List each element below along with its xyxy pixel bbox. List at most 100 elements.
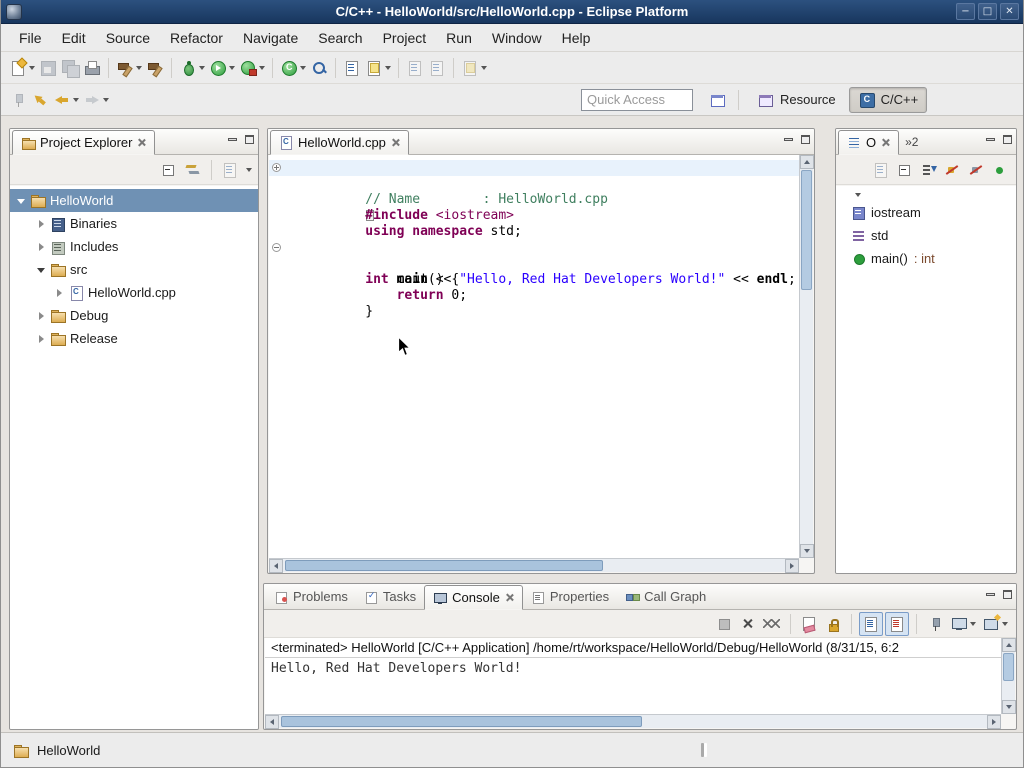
open-console-button[interactable] [980,613,1010,635]
run-button[interactable] [207,57,237,79]
tab-outline[interactable]: O [838,130,899,155]
last-tool-button[interactable] [459,57,489,79]
scroll-lock-button[interactable] [822,613,844,635]
scroll-down-button[interactable] [1002,700,1016,714]
remove-all-launches-button[interactable] [761,613,783,635]
build-all-button[interactable] [114,57,144,79]
console-horizontal-scrollbar[interactable] [265,714,1001,728]
menu-window[interactable]: Window [482,26,552,50]
fold-expanded-icon[interactable] [272,243,281,252]
tree-item-release[interactable]: Release [10,327,258,350]
expander-icon[interactable] [36,242,46,252]
forward-button[interactable] [81,89,111,111]
scrollbar-thumb[interactable] [285,560,603,571]
scrollbar-thumb[interactable] [801,170,812,290]
minimize-view-button[interactable] [986,593,995,596]
focus-button[interactable] [219,159,241,181]
expander-icon[interactable] [54,288,64,298]
tab-helloworld-cpp[interactable]: HelloWorld.cpp [270,130,409,155]
maximize-window-button[interactable]: □ [978,3,997,20]
menu-run[interactable]: Run [436,26,482,50]
outline-item-iostream[interactable]: iostream [836,201,1016,224]
console-vertical-scrollbar[interactable] [1001,638,1015,714]
focus-button[interactable] [870,159,892,181]
fold-collapsed-icon[interactable] [272,163,281,172]
scroll-right-button[interactable] [785,559,799,573]
view-overflow-indicator[interactable]: »2 [905,135,918,149]
build-project-button[interactable] [144,57,166,79]
expander-icon[interactable] [36,265,46,275]
scroll-up-button[interactable] [1002,638,1016,652]
maximize-view-button[interactable] [801,135,810,144]
maximize-view-button[interactable] [1003,590,1012,599]
tab-tasks[interactable]: Tasks [356,584,424,609]
quick-access-input[interactable] [581,89,693,111]
outline-item-main[interactable]: main() : int [836,247,1016,270]
minimize-view-button[interactable] [228,138,237,141]
collapse-all-button[interactable] [894,159,916,181]
menu-project[interactable]: Project [373,26,437,50]
scroll-up-button[interactable] [800,155,814,169]
minimize-view-button[interactable] [986,138,995,141]
resource-perspective-button[interactable]: Resource [748,87,845,113]
outline-view-menu-button[interactable] [852,191,863,199]
minimize-view-button[interactable] [784,138,793,141]
sort-button[interactable] [918,159,940,181]
close-tab-icon[interactable] [505,593,514,602]
menu-source[interactable]: Source [96,26,160,50]
link-with-editor-button[interactable] [182,159,204,181]
scrollbar-thumb[interactable] [281,716,642,727]
tab-call-graph[interactable]: Call Graph [617,584,714,609]
menu-refactor[interactable]: Refactor [160,26,233,50]
resize-grip[interactable] [701,743,704,757]
tree-item-includes[interactable]: Includes [10,235,258,258]
console-output[interactable]: Hello, Red Hat Developers World! [265,658,1001,714]
previous-annotation-button[interactable] [426,57,448,79]
debug-button[interactable] [177,57,207,79]
open-perspective-button[interactable] [707,89,729,111]
remove-launch-button[interactable] [737,613,759,635]
menu-edit[interactable]: Edit [52,26,96,50]
view-menu-button[interactable] [243,166,254,174]
expander-icon[interactable] [36,311,46,321]
close-tab-icon[interactable] [137,138,146,147]
tab-project-explorer[interactable]: Project Explorer [12,130,155,155]
cpp-perspective-button[interactable]: C/C++ [849,87,928,113]
tab-console[interactable]: Console [424,585,523,610]
close-window-button[interactable]: ✕ [1000,3,1019,20]
external-tools-button[interactable] [237,57,267,79]
pin-console-button[interactable] [924,613,946,635]
scroll-down-button[interactable] [800,544,814,558]
next-annotation-button[interactable] [404,57,426,79]
hide-non-public-button[interactable] [990,159,1012,181]
outline-item-std[interactable]: std [836,224,1016,247]
close-tab-icon[interactable] [881,138,890,147]
new-wizard-button[interactable] [7,57,37,79]
editor-vertical-scrollbar[interactable] [799,155,813,558]
expander-icon[interactable] [36,219,46,229]
last-edit-location-button[interactable] [29,89,51,111]
tab-problems[interactable]: Problems [266,584,356,609]
pin-editor-button[interactable] [7,89,29,111]
tree-item-binaries[interactable]: Binaries [10,212,258,235]
back-button[interactable] [51,89,81,111]
hide-fields-button[interactable] [942,159,964,181]
show-console-stderr-button[interactable] [885,612,909,636]
expander-icon[interactable] [36,334,46,344]
tree-item-src[interactable]: src [10,258,258,281]
editor-code-area[interactable]: // Name : HelloWorld.cpp #include <iostr… [269,155,799,558]
scroll-right-button[interactable] [987,715,1001,729]
editor-horizontal-scrollbar[interactable] [269,558,799,572]
hide-static-members-button[interactable] [966,159,988,181]
minimize-window-button[interactable]: − [956,3,975,20]
tree-item-helloworld-cpp[interactable]: HelloWorld.cpp [10,281,258,304]
menu-help[interactable]: Help [552,26,601,50]
search-button[interactable] [308,57,330,79]
maximize-view-button[interactable] [245,135,254,144]
menu-navigate[interactable]: Navigate [233,26,308,50]
save-button[interactable] [37,57,59,79]
maximize-view-button[interactable] [1003,135,1012,144]
collapse-all-button[interactable] [158,159,180,181]
show-console-stdout-button[interactable] [859,612,883,636]
menu-search[interactable]: Search [308,26,372,50]
